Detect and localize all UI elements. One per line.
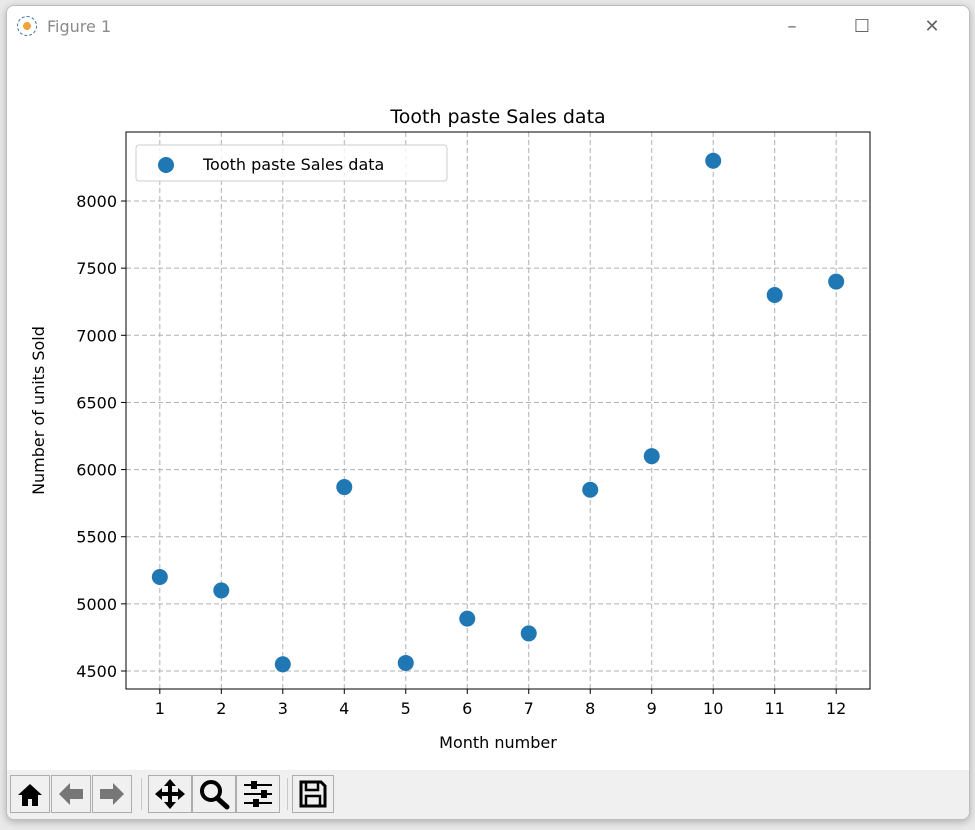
plot-area	[126, 132, 870, 689]
legend-marker	[158, 157, 174, 173]
x-tick-label: 9	[647, 699, 657, 718]
x-tick-label: 12	[826, 699, 846, 718]
legend-label: Tooth paste Sales data	[202, 155, 384, 174]
y-tick-label: 8000	[76, 192, 117, 211]
y-tick-label: 5500	[76, 528, 117, 547]
data-point	[705, 152, 722, 169]
x-tick-label: 6	[462, 699, 472, 718]
data-point	[643, 448, 660, 465]
y-axis-label: Number of units Sold	[29, 326, 48, 495]
data-point	[397, 654, 414, 671]
x-axis-label: Month number	[439, 733, 557, 752]
data-point	[459, 610, 476, 627]
y-tick-label: 6500	[76, 393, 117, 412]
data-point	[151, 569, 168, 586]
y-tick-label: 4500	[76, 662, 117, 681]
chart-title: Tooth paste Sales data	[389, 106, 605, 128]
x-tick-label: 10	[703, 699, 723, 718]
data-point	[520, 625, 537, 642]
x-tick-label: 2	[216, 699, 226, 718]
data-point	[213, 582, 230, 599]
data-point	[828, 273, 845, 290]
y-tick-label: 5000	[76, 595, 117, 614]
x-tick-label: 1	[155, 699, 165, 718]
x-tick-label: 4	[339, 699, 349, 718]
y-tick-label: 7500	[76, 259, 117, 278]
scatter-chart: 1 2 3 4 5 6 7 8 9 10 11 124500500055006000650070007…	[29, 106, 871, 752]
y-tick-label: 7000	[76, 326, 117, 345]
x-tick-label: 3	[278, 699, 288, 718]
data-point	[582, 481, 599, 498]
x-tick-label: 7	[524, 699, 534, 718]
x-tick-label: 11	[765, 699, 785, 718]
data-point	[766, 287, 783, 304]
y-tick-label: 6000	[76, 461, 117, 480]
x-tick-label: 8	[585, 699, 595, 718]
data-point	[274, 656, 291, 673]
data-point	[336, 479, 353, 496]
x-tick-label: 5	[401, 699, 411, 718]
